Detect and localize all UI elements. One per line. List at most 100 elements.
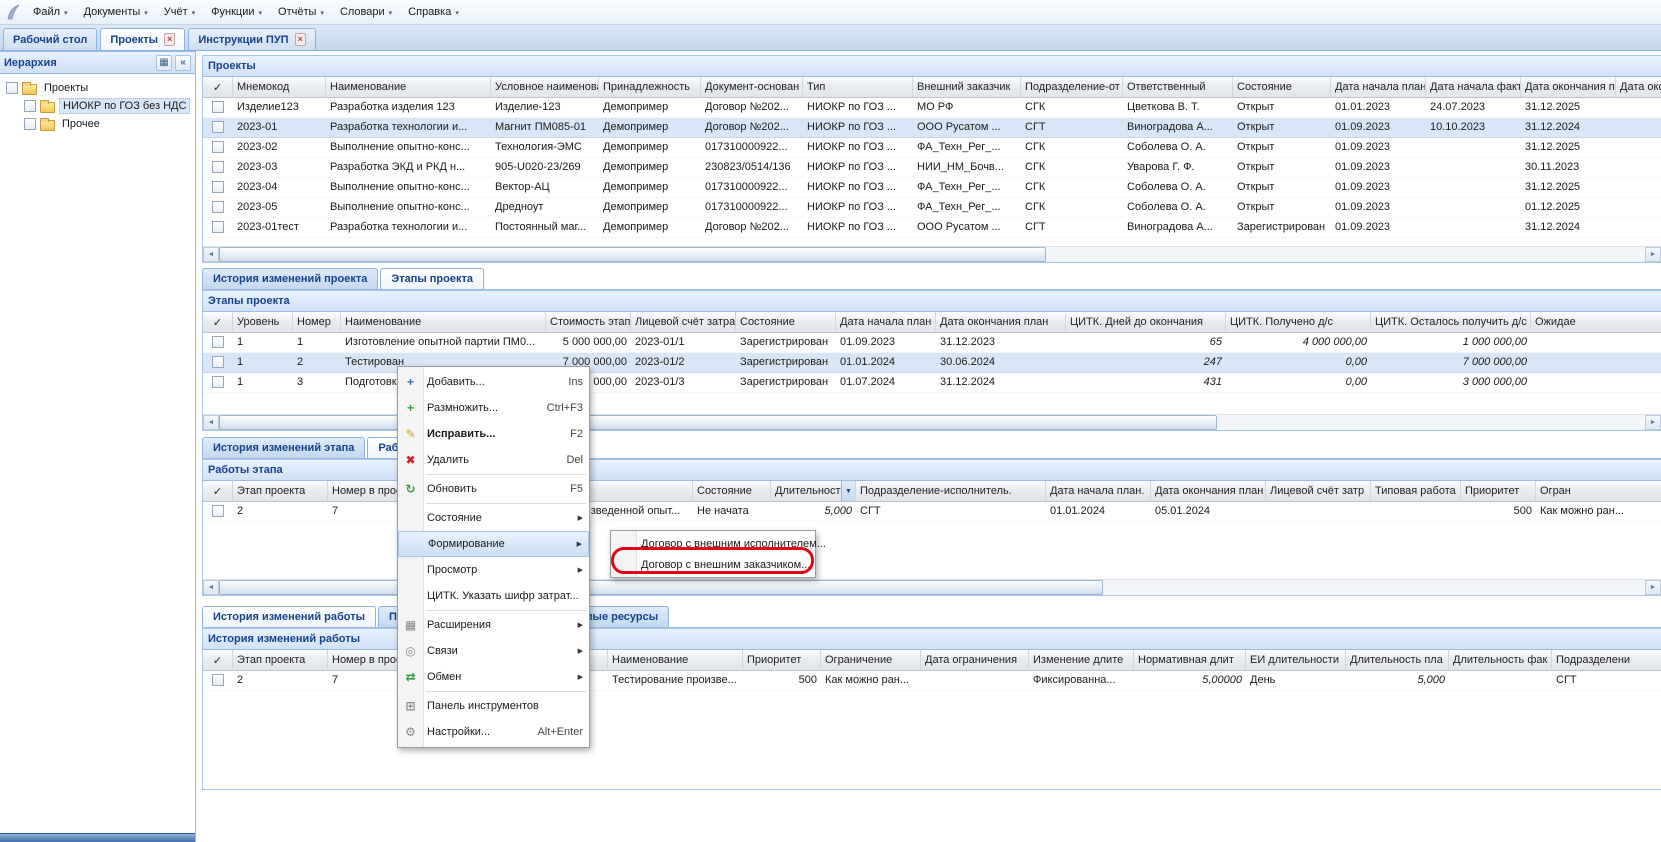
table-row[interactable]: 2023-04Выполнение опытно-конс...Вектор-А… — [203, 178, 1661, 198]
menu-item[interactable]: Просмотр▶ — [398, 557, 589, 583]
column-header[interactable]: Длительность план.▼ — [771, 481, 856, 502]
column-header[interactable]: ✓ — [203, 481, 233, 502]
table-row[interactable]: 2023-02Выполнение опытно-конс...Технолог… — [203, 138, 1661, 158]
column-header[interactable]: Уровень — [233, 312, 293, 333]
column-header[interactable]: Этап проекта — [233, 650, 328, 671]
table-row[interactable]: 2023-01Разработка технологии и...Магнит … — [203, 118, 1661, 138]
column-header[interactable]: Дата окончания план — [1151, 481, 1266, 502]
column-header[interactable]: Тип — [803, 77, 913, 98]
document-tab[interactable]: Инструкции ПУП× — [188, 28, 316, 50]
column-header[interactable]: Внешний заказчик — [913, 77, 1021, 98]
column-header[interactable]: Наименование — [341, 312, 546, 333]
column-header[interactable]: ЕИ длительности — [1246, 650, 1346, 671]
column-header[interactable]: Номер — [293, 312, 341, 333]
scroll-right-icon[interactable]: ► — [1645, 415, 1661, 430]
column-header[interactable]: Дата начала план. — [1331, 77, 1426, 98]
table-row[interactable]: 11Изготовление опытной партии ПМ0...5 00… — [203, 333, 1661, 353]
column-header[interactable]: Дата окончан — [1616, 77, 1661, 98]
column-header[interactable]: ✓ — [203, 77, 233, 98]
grid-view-icon[interactable]: ▦ — [156, 55, 172, 71]
tree-node[interactable]: НИОКР по ГОЗ без НДС — [2, 97, 193, 115]
submenu-item[interactable]: Договор с внешним исполнителем... — [611, 533, 815, 554]
scroll-thumb[interactable] — [219, 247, 1046, 262]
row-checkbox[interactable] — [212, 101, 224, 113]
column-header[interactable]: Ответственный — [1123, 77, 1233, 98]
column-header[interactable]: Дата начала план. — [1046, 481, 1151, 502]
menu-item[interactable]: ✖УдалитьDel — [398, 447, 589, 473]
document-tab[interactable]: Рабочий стол — [3, 28, 97, 50]
menubar-item[interactable]: Файл▾ — [25, 0, 76, 24]
tab[interactable]: Этапы проекта — [380, 268, 484, 289]
row-checkbox[interactable] — [212, 336, 224, 348]
row-checkbox[interactable] — [212, 141, 224, 153]
tree-node[interactable]: Прочее — [2, 115, 193, 133]
column-header[interactable]: Подразделение-от — [1021, 77, 1123, 98]
menu-item[interactable]: ЦИТК. Указать шифр затрат... — [398, 583, 589, 609]
document-tab[interactable]: Проекты× — [100, 28, 185, 50]
column-header[interactable]: Дата окончания план — [936, 312, 1066, 333]
column-header[interactable]: Подразделение-исполнитель. — [856, 481, 1046, 502]
column-header[interactable]: Этап проекта — [233, 481, 328, 502]
menu-item[interactable]: ✎Исправить...F2 — [398, 421, 589, 447]
menubar-item[interactable]: Словари▾ — [332, 0, 400, 24]
menu-item[interactable]: ⊞Панель инструментов — [398, 693, 589, 719]
menu-item[interactable]: ▦Расширения▶ — [398, 612, 589, 638]
tree-checkbox[interactable] — [24, 100, 36, 112]
menu-item[interactable]: +Добавить...Ins — [398, 369, 589, 395]
column-header[interactable]: ЦИТК. Получено д/с — [1226, 312, 1371, 333]
scroll-thumb[interactable] — [219, 415, 1217, 430]
menubar-item[interactable]: Справка▾ — [400, 0, 467, 24]
menu-item[interactable]: Состояние▶ — [398, 505, 589, 531]
column-header[interactable]: Лицевой счёт затрат — [631, 312, 736, 333]
menubar-item[interactable]: Отчёты▾ — [270, 0, 332, 24]
scroll-left-icon[interactable]: ◄ — [203, 247, 219, 262]
tree-node[interactable]: Проекты — [2, 79, 193, 97]
menubar-item[interactable]: Учёт▾ — [156, 0, 203, 24]
column-header[interactable]: Наименование — [326, 77, 491, 98]
table-row[interactable]: Изделие123Разработка изделия 123Изделие-… — [203, 98, 1661, 118]
column-header[interactable]: Длительность пла — [1346, 650, 1449, 671]
collapse-panel-icon[interactable]: « — [175, 55, 191, 71]
column-header[interactable]: Подразделени — [1552, 650, 1661, 671]
menu-item[interactable]: ⇄Обмен▶ — [398, 664, 589, 690]
column-header[interactable]: Документ-основан — [701, 77, 803, 98]
tab[interactable]: История изменений проекта — [202, 268, 378, 289]
scroll-thumb[interactable] — [219, 580, 1103, 595]
column-header[interactable]: Состояние — [1233, 77, 1331, 98]
menubar-item[interactable]: Функции▾ — [203, 0, 270, 24]
table-row[interactable]: 2023-03Разработка ЭКД и РКД н...905-U020… — [203, 158, 1661, 178]
column-header[interactable]: ✓ — [203, 312, 233, 333]
tab-close-icon[interactable]: × — [295, 33, 306, 46]
column-header[interactable]: Состояние — [693, 481, 771, 502]
column-header[interactable]: Принадлежность — [599, 77, 701, 98]
row-checkbox[interactable] — [212, 356, 224, 368]
column-header[interactable]: Условное наименова — [491, 77, 599, 98]
column-header[interactable]: Приоритет — [1461, 481, 1536, 502]
column-header[interactable]: Нормативная длит — [1134, 650, 1246, 671]
projects-hscrollbar[interactable]: ◄ ► — [203, 246, 1661, 262]
column-header[interactable]: Приоритет — [743, 650, 821, 671]
scroll-left-icon[interactable]: ◄ — [203, 580, 219, 595]
menubar-item[interactable]: Документы▾ — [76, 0, 156, 24]
column-header[interactable]: Состояние — [736, 312, 836, 333]
column-header[interactable]: Ожидае — [1531, 312, 1661, 333]
column-header[interactable]: Дата ограничения — [921, 650, 1029, 671]
column-header[interactable]: Мнемокод — [233, 77, 326, 98]
tree-checkbox[interactable] — [6, 82, 18, 94]
row-checkbox[interactable] — [212, 161, 224, 173]
row-checkbox[interactable] — [212, 201, 224, 213]
submenu-item[interactable]: Договор с внешним заказчиком... — [611, 554, 815, 575]
column-header[interactable]: ЦИТК. Дней до окончания — [1066, 312, 1226, 333]
menu-item[interactable]: Формирование▶ — [398, 531, 589, 557]
column-menu-icon[interactable]: ▼ — [841, 481, 855, 501]
column-header[interactable]: Стоимость этапа — [546, 312, 631, 333]
scroll-left-icon[interactable]: ◄ — [203, 415, 219, 430]
column-header[interactable]: ЦИТК. Осталось получить д/с — [1371, 312, 1531, 333]
column-header[interactable]: Наименование — [608, 650, 743, 671]
tab[interactable]: История изменений работы — [202, 606, 376, 627]
row-checkbox[interactable] — [212, 505, 224, 517]
scroll-right-icon[interactable]: ► — [1645, 247, 1661, 262]
table-row[interactable]: 2023-05Выполнение опытно-конс...Дредноут… — [203, 198, 1661, 218]
column-header[interactable]: Ограничение — [821, 650, 921, 671]
column-header[interactable]: Дата начала факт. — [1426, 77, 1521, 98]
